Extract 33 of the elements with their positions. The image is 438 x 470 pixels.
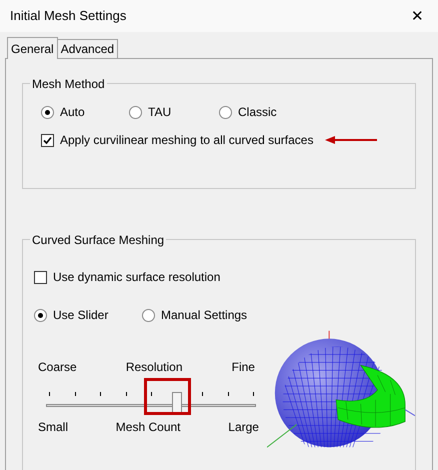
tick-mark <box>74 392 76 396</box>
checkbox-label: Apply curvilinear meshing to all curved surfaces <box>60 132 314 149</box>
slider-label: Mesh Count <box>116 419 180 436</box>
radio-label: Use Slider <box>53 307 108 324</box>
radio-button[interactable] <box>129 106 142 118</box>
checkbox[interactable] <box>41 134 54 146</box>
checkbox[interactable] <box>34 270 47 284</box>
slider-label: Resolution <box>126 359 183 376</box>
window-title: Initial Mesh Settings <box>10 7 126 26</box>
checkbox-label: Use dynamic surface resolution <box>53 269 220 286</box>
tick-mark <box>100 392 101 396</box>
slider-label: Large <box>228 419 259 436</box>
radio-button[interactable] <box>41 106 54 118</box>
tick-mark <box>151 392 152 396</box>
slider-label: Coarse <box>38 359 77 376</box>
radio-button[interactable] <box>142 308 155 322</box>
highlight-frame <box>144 378 192 415</box>
slider-label: Fine <box>232 359 255 376</box>
slider-label: Small <box>38 419 68 436</box>
arrow-icon <box>325 136 378 144</box>
radio-label: Auto <box>60 104 85 121</box>
radio-button[interactable] <box>34 308 47 322</box>
radio-label: Manual Settings <box>161 307 248 324</box>
tab[interactable]: Advanced <box>58 39 118 58</box>
radio-label: Classic <box>238 104 277 121</box>
tick-mark <box>253 392 254 396</box>
slider-thumb[interactable] <box>172 392 182 413</box>
tick-mark <box>202 392 203 396</box>
tick-mark <box>49 392 50 396</box>
radio-button[interactable] <box>219 106 232 118</box>
radio-label: TAU <box>148 104 172 121</box>
tab[interactable]: General <box>7 37 58 59</box>
close-button[interactable]: ✕ <box>411 8 424 24</box>
